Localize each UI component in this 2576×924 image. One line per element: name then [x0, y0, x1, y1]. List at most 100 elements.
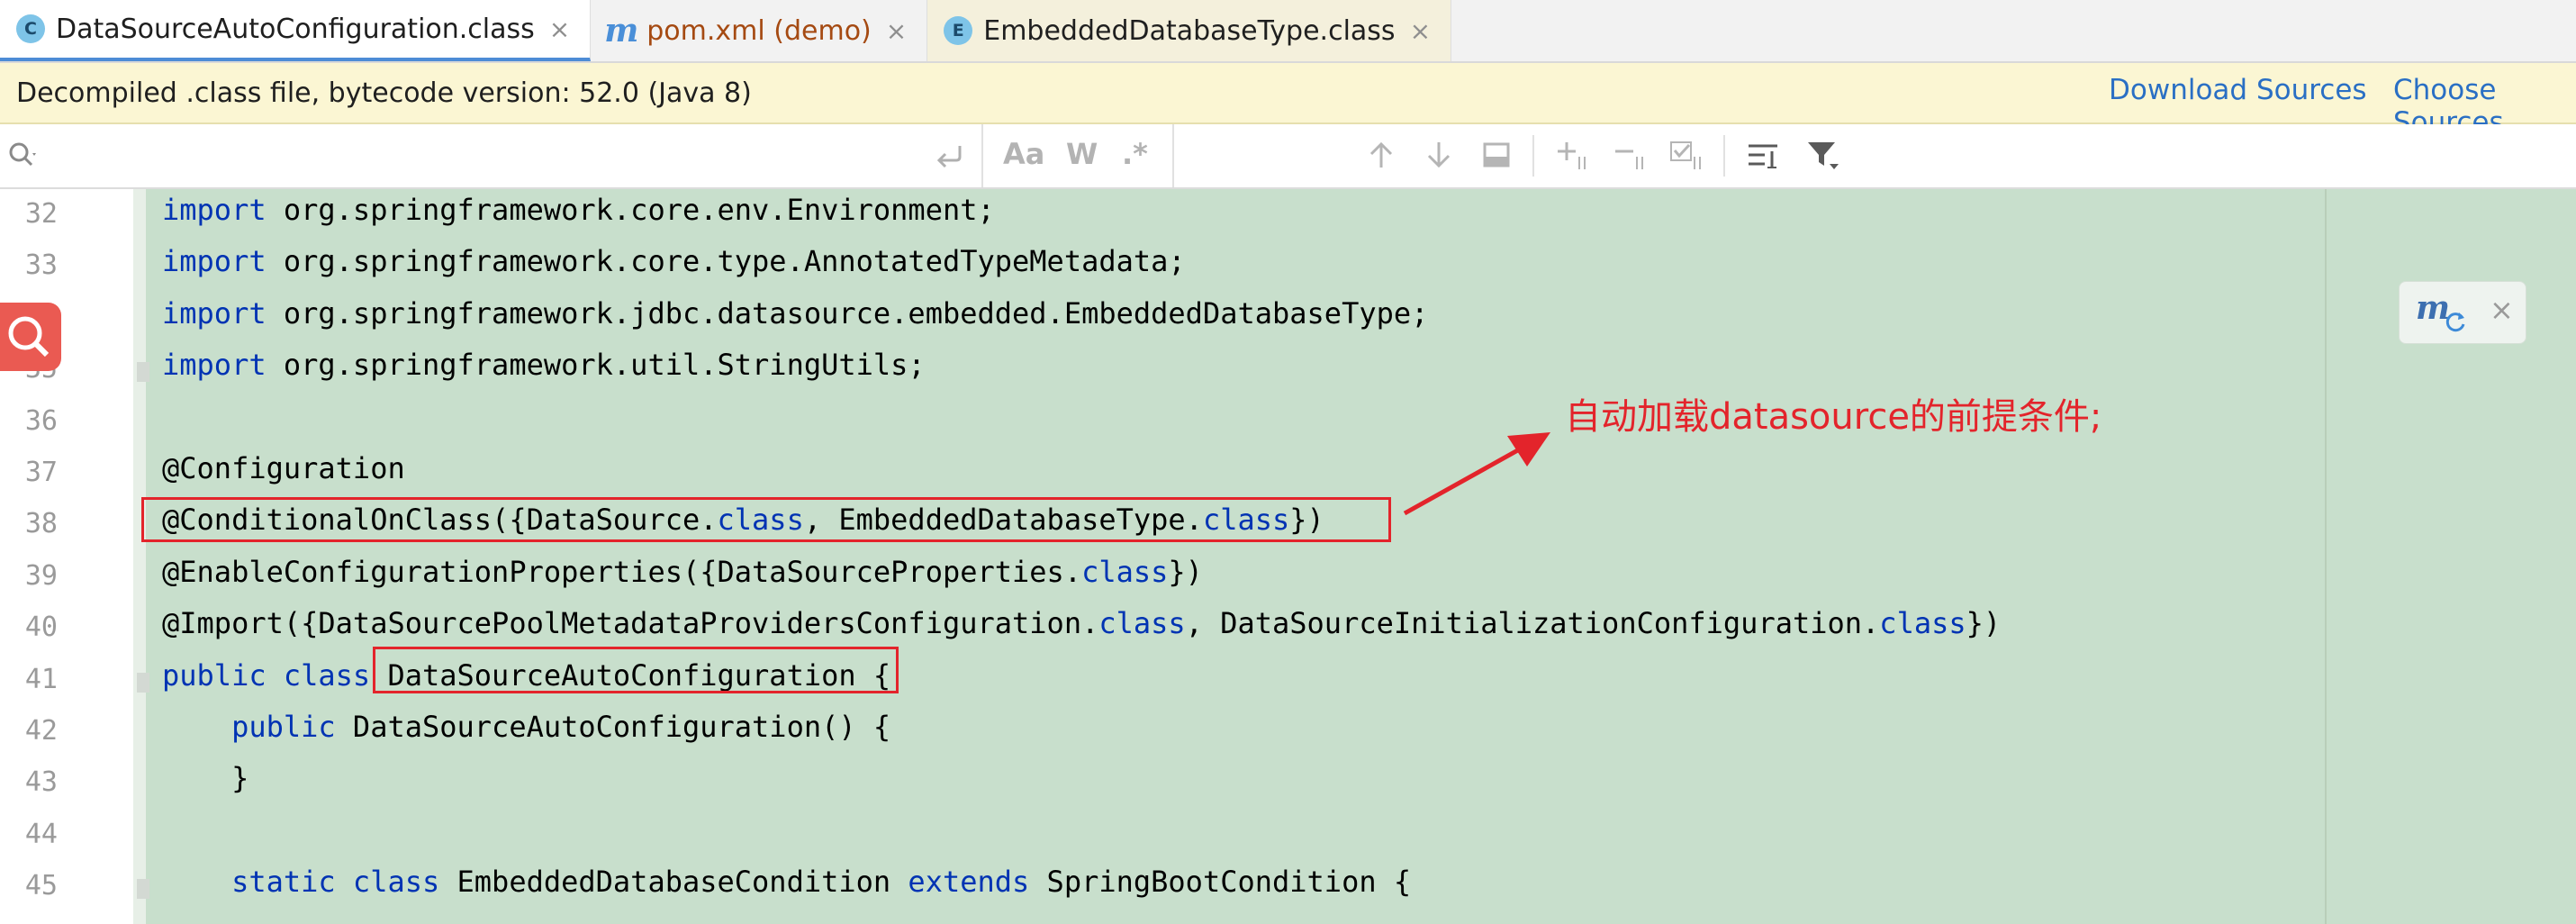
keyword-token: class: [1098, 606, 1186, 641]
toolbar-separator: [1723, 135, 1725, 177]
select-all-check-icon[interactable]: [1668, 137, 1704, 173]
code-token: org.springframework.core.env.Environment…: [266, 193, 995, 227]
keyword-token: static: [231, 865, 336, 900]
code-token: org.springframework.core.type.AnnotatedT…: [266, 244, 1186, 279]
class-name-highlight: [373, 647, 899, 693]
code-token: EmbeddedDatabaseCondition: [439, 865, 908, 900]
tab-pom-xml[interactable]: m pom.xml (demo) ×: [591, 0, 928, 61]
keyword-token: import: [162, 193, 267, 227]
download-sources-link[interactable]: Download Sources: [2109, 74, 2367, 106]
line-number: 32: [24, 198, 58, 230]
code-token: @Import({DataSourcePoolMetadataProviders…: [162, 606, 1099, 641]
code-line[interactable]: public DataSourceAutoConfiguration() {: [162, 710, 890, 744]
fold-marker-icon[interactable]: [137, 672, 149, 693]
code-token: org.springframework.util.StringUtils;: [266, 348, 926, 383]
keyword-token: extends: [908, 865, 1030, 900]
line-number: 39: [24, 559, 58, 592]
tab-label: pom.xml (demo): [646, 14, 872, 47]
line-number: 43: [24, 766, 58, 799]
search-input[interactable]: [0, 124, 983, 187]
annotation-arrow: [1403, 432, 1550, 516]
maven-file-icon: m: [604, 12, 639, 50]
code-token: }): [1966, 606, 2002, 641]
new-line-icon[interactable]: [935, 142, 965, 169]
conditional-on-class-highlight: [141, 497, 1391, 542]
enum-file-icon: E: [944, 16, 973, 45]
close-icon[interactable]: ×: [549, 14, 570, 44]
search-options: Aa W .*: [983, 124, 1174, 187]
refresh-icon[interactable]: [2443, 309, 2468, 334]
toolbar-separator: [1532, 135, 1534, 177]
code-token: }: [162, 761, 249, 796]
keyword-token: class: [1879, 606, 1966, 641]
right-margin-guide: [2325, 189, 2327, 924]
annotation-text: 自动加载datasource的前提条件;: [1565, 396, 2102, 438]
code-token: @EnableConfigurationProperties({DataSour…: [162, 554, 1082, 589]
code-token: }): [1168, 554, 1203, 589]
match-case-toggle[interactable]: Aa: [1003, 137, 1044, 171]
line-number: 33: [24, 249, 58, 282]
code-editor[interactable]: 32 import org.springframework.core.env.En…: [0, 189, 2576, 924]
line-number: 42: [24, 715, 58, 747]
close-icon[interactable]: ×: [1410, 16, 1431, 46]
add-occurrence-icon[interactable]: [1554, 137, 1590, 173]
tab-label: EmbeddedDatabaseType.class: [983, 14, 1396, 47]
code-line[interactable]: import org.springframework.core.env.Envi…: [162, 193, 995, 227]
line-number: 36: [24, 404, 58, 437]
code-line[interactable]: @EnableConfigurationProperties({DataSour…: [162, 555, 1203, 589]
code-line[interactable]: import org.springframework.jdbc.datasour…: [162, 296, 1428, 331]
fold-gutter: [133, 189, 146, 924]
line-number: 38: [24, 508, 58, 540]
search-everywhere-badge[interactable]: [0, 303, 61, 371]
filter-lines-icon[interactable]: [1745, 137, 1781, 173]
keyword-token: import: [162, 244, 267, 279]
fold-marker-icon[interactable]: [137, 362, 149, 383]
keyword-token: public: [162, 657, 267, 693]
code-token: org.springframework.jdbc.datasource.embe…: [266, 295, 1429, 331]
whole-words-toggle[interactable]: W: [1066, 137, 1098, 171]
filter-icon[interactable]: [1804, 137, 1840, 173]
close-icon[interactable]: ×: [2490, 293, 2514, 327]
keyword-token: import: [162, 295, 267, 331]
keyword-token: class: [352, 865, 440, 900]
tab-label: DataSourceAutoConfiguration.class: [56, 13, 535, 45]
code-line[interactable]: static class EmbeddedDatabaseCondition e…: [162, 865, 1411, 899]
regex-toggle[interactable]: .*: [1122, 137, 1148, 171]
next-occurrence-icon[interactable]: [1421, 137, 1457, 173]
class-file-icon: C: [16, 14, 45, 43]
keyword-token: public: [231, 710, 336, 744]
search-icon[interactable]: [7, 140, 40, 173]
line-number: 37: [24, 457, 58, 488]
line-number: 41: [24, 663, 58, 695]
select-all-occurrences-icon[interactable]: [1478, 137, 1514, 173]
remove-occurrence-icon[interactable]: [1612, 137, 1648, 173]
code-line[interactable]: @Import({DataSourcePoolMetadataProviders…: [162, 606, 2001, 640]
line-number: 40: [24, 611, 58, 644]
line-number: 45: [24, 870, 58, 902]
code-line[interactable]: import org.springframework.core.type.Ann…: [162, 244, 1186, 278]
tab-embedded-database-type[interactable]: E EmbeddedDatabaseType.class ×: [927, 0, 1452, 61]
line-number-gutter: [0, 189, 146, 924]
code-token: DataSourceAutoConfiguration() {: [335, 710, 891, 744]
code-line[interactable]: import org.springframework.util.StringUt…: [162, 348, 926, 382]
close-icon[interactable]: ×: [886, 16, 907, 46]
keyword-token: class: [283, 657, 371, 693]
previous-occurrence-icon[interactable]: [1363, 137, 1399, 173]
find-toolbar: Aa W .*: [0, 124, 2576, 189]
maven-reload-popup: m ×: [2399, 281, 2526, 344]
code-token: , DataSourceInitializationConfiguration.: [1185, 606, 1880, 641]
code-line[interactable]: }: [162, 761, 249, 795]
decompiled-banner: Decompiled .class file, bytecode version…: [0, 63, 2576, 139]
magnifier-icon: [8, 316, 50, 358]
code-line[interactable]: @Configuration: [162, 451, 405, 485]
line-number: 44: [24, 818, 58, 850]
tab-datasource-autoconfiguration[interactable]: C DataSourceAutoConfiguration.class ×: [0, 0, 592, 61]
code-token: @Configuration: [162, 451, 405, 485]
keyword-token: import: [162, 348, 267, 383]
fold-marker-icon[interactable]: [137, 879, 149, 900]
editor-tab-bar: C DataSourceAutoConfiguration.class × m …: [0, 0, 2576, 63]
